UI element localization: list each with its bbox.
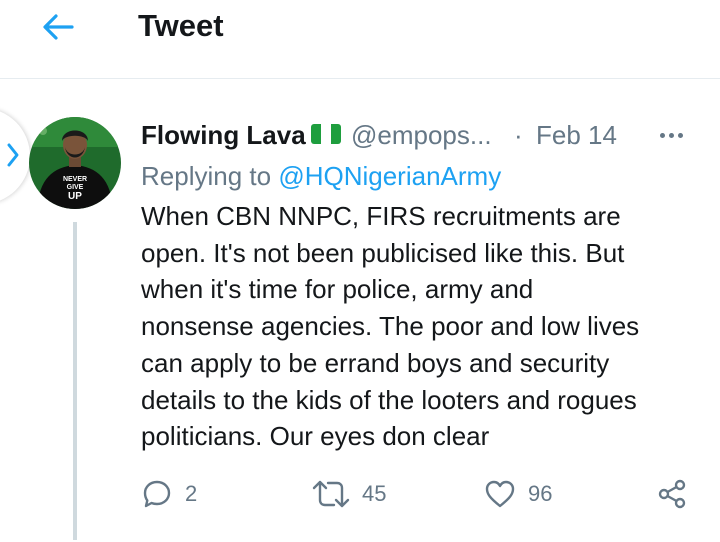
side-expand-tab[interactable] [0, 108, 30, 204]
tweet-text-line: when it's time for police, army and [141, 274, 534, 305]
svg-text:GIVE: GIVE [67, 184, 84, 191]
top-bar: Tweet [0, 0, 720, 79]
like-button[interactable]: 96 [484, 474, 552, 514]
share-icon [658, 479, 686, 509]
chevron-right-icon [7, 143, 19, 167]
replying-prefix: Replying to [141, 161, 279, 191]
tweet-actions: 2 45 96 [0, 474, 720, 514]
page-title: Tweet [138, 8, 224, 43]
separator-dot: · [514, 120, 523, 150]
svg-text:NEVER: NEVER [63, 176, 87, 183]
retweet-icon [312, 480, 350, 508]
tweet-date[interactable]: Feb 14 [536, 117, 617, 153]
svg-text:UP: UP [68, 191, 82, 202]
heart-icon [485, 480, 515, 508]
back-button[interactable] [40, 12, 76, 42]
tweet-text: When CBN NNPC, FIRS recruitments are ope… [141, 198, 701, 455]
replying-to-link[interactable]: @HQNigerianArmy [278, 161, 501, 191]
more-options-button[interactable] [653, 121, 689, 149]
tweet-text-line: When CBN NNPC, FIRS recruitments are [141, 201, 621, 231]
avatar[interactable]: NEVER GIVE UP [29, 117, 121, 209]
nigeria-flag-icon [311, 124, 341, 144]
reply-count: 2 [185, 481, 198, 506]
retweet-count: 45 [362, 481, 387, 506]
share-button[interactable] [656, 474, 688, 514]
like-count: 96 [528, 481, 553, 506]
reply-button[interactable]: 2 [141, 474, 197, 514]
avatar-image: NEVER GIVE UP [29, 117, 121, 209]
tweet-text-line: open. It's not been publicised like this… [141, 237, 625, 268]
reply-icon [143, 480, 171, 508]
tweet-meta: Flowing Lava @empops... · Feb 14 [141, 117, 701, 153]
arrow-left-icon [43, 14, 74, 40]
tweet-text-line: can apply to be errand boys and security [141, 347, 610, 378]
retweet-button[interactable]: 45 [312, 474, 386, 514]
tweet-text-line: nonsense agencies. The poor and low live… [141, 311, 640, 342]
author-name[interactable]: Flowing Lava [141, 117, 306, 153]
more-dots-icon [659, 132, 665, 138]
tweet-text-line: details to the kids of the looters and r… [141, 384, 637, 415]
replying-to: Replying to @HQNigerianArmy [141, 158, 501, 194]
tweet-text-line: politicians. Our eyes don clear [141, 421, 490, 452]
author-handle[interactable]: @empops... [351, 117, 492, 153]
